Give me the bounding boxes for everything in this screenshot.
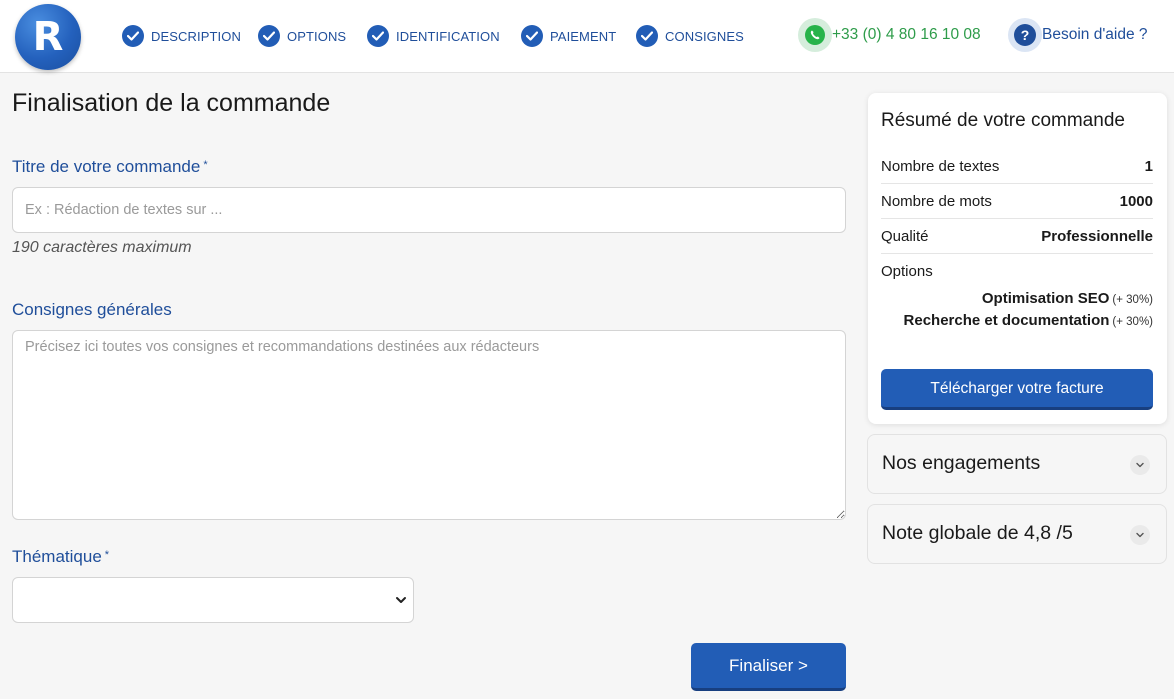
summary-title: Résumé de votre commande xyxy=(881,110,1125,131)
check-icon xyxy=(258,25,280,47)
chevron-down-icon xyxy=(1130,455,1150,475)
summary-key: Nombre de mots xyxy=(881,192,992,210)
title-field-label: Titre de votre commande * xyxy=(12,157,208,177)
page-title: Finalisation de la commande xyxy=(12,89,331,117)
chevron-down-icon xyxy=(1130,525,1150,545)
title-label-text: Titre de votre commande xyxy=(12,157,201,176)
step-label: IDENTIFICATION xyxy=(396,28,500,44)
title-hint: 190 caractères maximum xyxy=(12,239,192,256)
brand-logo[interactable]: R xyxy=(15,4,81,70)
check-icon xyxy=(122,25,144,47)
whatsapp-icon xyxy=(798,18,832,52)
option-item: Recherche et documentation (+ 30%) xyxy=(904,312,1153,329)
chevron-down-icon xyxy=(396,597,406,603)
accordion-title: Nos engagements xyxy=(882,452,1041,474)
question-icon: ? xyxy=(1008,18,1042,52)
options-label: Options xyxy=(881,263,933,280)
instructions-field-label: Consignes générales xyxy=(12,300,172,320)
option-item: Optimisation SEO (+ 30%) xyxy=(982,290,1153,307)
option-extra: (+ 30%) xyxy=(1112,316,1153,328)
instructions-textarea[interactable] xyxy=(12,330,846,520)
summary-value: 1000 xyxy=(1119,192,1153,210)
step-consignes[interactable]: CONSIGNES xyxy=(636,24,744,48)
accordion-rating[interactable]: Note globale de 4,8 /5 xyxy=(867,504,1167,564)
theme-field-label: Thématique * xyxy=(12,547,109,567)
order-title-input[interactable] xyxy=(12,187,846,233)
accordion-title: Note globale de 4,8 /5 xyxy=(882,522,1073,544)
required-mark: * xyxy=(104,549,110,561)
help-label: Besoin d'aide ? xyxy=(1042,26,1148,43)
top-header: R DESCRIPTION OPTIONS IDENTIFICATION PAI… xyxy=(0,0,1174,73)
summary-value: 1 xyxy=(1144,157,1153,175)
phone-number: +33 (0) 4 80 16 10 08 xyxy=(832,26,981,43)
logo-letter: R xyxy=(32,14,64,60)
summary-row: Qualité Professionnelle xyxy=(881,219,1153,254)
step-paiement[interactable]: PAIEMENT xyxy=(521,24,616,48)
summary-row: Nombre de textes 1 xyxy=(881,149,1153,184)
instructions-label-text: Consignes générales xyxy=(12,300,172,319)
step-options[interactable]: OPTIONS xyxy=(258,24,346,48)
check-icon xyxy=(521,25,543,47)
accordion-commitments[interactable]: Nos engagements xyxy=(867,434,1167,494)
theme-select[interactable] xyxy=(12,577,414,623)
step-label: DESCRIPTION xyxy=(151,28,241,44)
option-name: Recherche et documentation xyxy=(903,312,1110,329)
phone-contact[interactable]: +33 (0) 4 80 16 10 08 xyxy=(798,18,981,52)
step-identification[interactable]: IDENTIFICATION xyxy=(367,24,500,48)
summary-key: Qualité xyxy=(881,227,929,245)
summary-value: Professionnelle xyxy=(1041,227,1153,245)
check-icon xyxy=(636,25,658,47)
summary-key: Nombre de textes xyxy=(881,157,1000,175)
check-icon xyxy=(367,25,389,47)
step-label: PAIEMENT xyxy=(550,28,617,44)
step-description[interactable]: DESCRIPTION xyxy=(122,24,241,48)
help-link[interactable]: ? Besoin d'aide ? xyxy=(1008,18,1148,52)
step-label: CONSIGNES xyxy=(665,28,744,44)
option-name: Optimisation SEO xyxy=(981,290,1110,307)
option-extra: (+ 30%) xyxy=(1112,294,1153,306)
order-summary-card: Résumé de votre commande Nombre de texte… xyxy=(868,93,1167,424)
download-invoice-button[interactable]: Télécharger votre facture xyxy=(881,369,1153,410)
summary-row: Nombre de mots 1000 xyxy=(881,184,1153,219)
theme-label-text: Thématique xyxy=(12,547,102,566)
step-label: OPTIONS xyxy=(287,28,347,44)
required-mark: * xyxy=(203,159,208,171)
finalize-button[interactable]: Finaliser > xyxy=(691,643,846,691)
